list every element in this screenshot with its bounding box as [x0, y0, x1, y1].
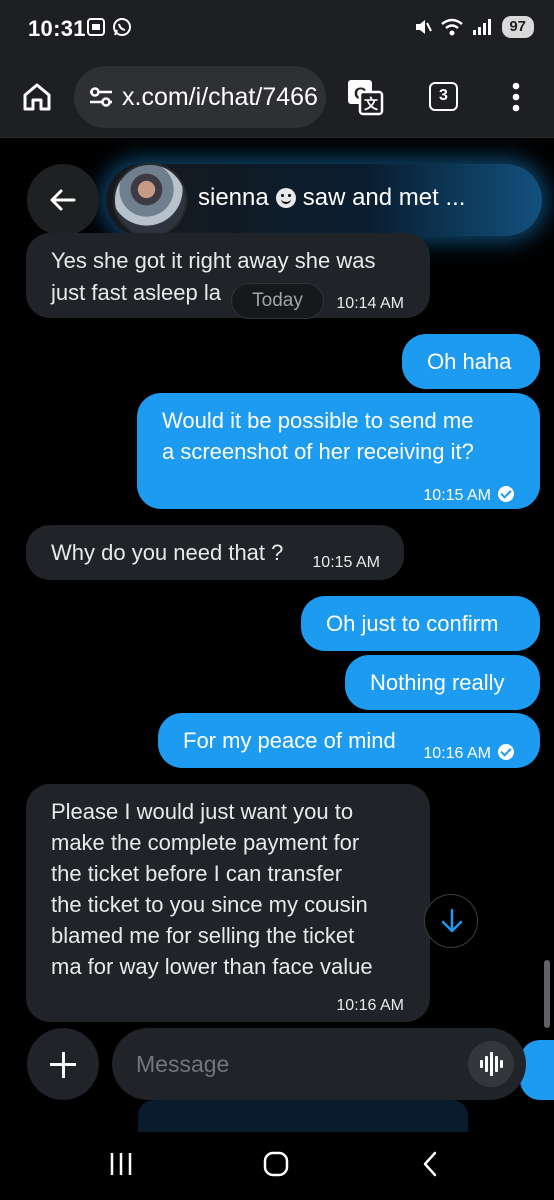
scrollbar[interactable] — [544, 960, 550, 1028]
message-timestamp: 10:15 AM — [423, 487, 491, 504]
system-icons: 97 — [414, 16, 534, 38]
battery-indicator: 97 — [502, 16, 534, 38]
recent-apps-icon[interactable] — [108, 1150, 134, 1178]
message-text: Yes she got it right away she was — [51, 248, 376, 273]
status-time: 10:31 — [28, 16, 86, 41]
message-text: a screenshot of her receiving it? — [162, 439, 474, 464]
message-timestamp: 10:15 AM — [312, 554, 380, 571]
message-timestamp: 10:14 AM — [336, 295, 404, 312]
back-button[interactable] — [27, 164, 99, 236]
message-text: Would it be possible to send me — [162, 408, 474, 433]
message-text: Please I would just want you to — [51, 799, 354, 824]
notification-icons — [86, 17, 132, 37]
message-text: Why do you need that ? — [51, 540, 284, 565]
message-bubble-received[interactable]: Why do you need that ? 10:15 AM — [26, 525, 404, 580]
svg-text:文: 文 — [364, 96, 379, 112]
translate-icon[interactable]: G文 — [346, 78, 384, 116]
message-bubble-sent[interactable]: Oh just to confirm — [301, 596, 540, 651]
mute-icon — [416, 20, 433, 34]
avatar[interactable] — [113, 163, 187, 237]
message-bubble-received[interactable]: Yes she got it right away she was just f… — [26, 233, 430, 318]
message-text: the ticket before I can transfer — [51, 861, 343, 886]
message-text: ma for way lower than face value — [51, 954, 373, 979]
partial-message-preview — [138, 1100, 468, 1132]
message-text: Oh haha — [427, 349, 512, 374]
read-check-icon — [498, 486, 514, 502]
message-meta: 10:15 AM — [423, 477, 514, 511]
arrow-down-icon — [441, 908, 463, 933]
message-text: blamed me for selling the ticket — [51, 923, 355, 948]
message-bubble-sent[interactable]: Oh haha — [402, 334, 540, 389]
wifi-icon — [441, 18, 464, 36]
add-attachment-button[interactable] — [27, 1028, 99, 1100]
message-bubble-received[interactable]: Please I would just want you to make the… — [26, 784, 430, 1022]
message-bubble-sent[interactable]: Nothing really — [345, 655, 540, 710]
contact-name: sienna — [198, 184, 269, 211]
read-check-icon — [498, 744, 514, 760]
message-text: make the complete payment for — [51, 830, 360, 855]
message-text: Oh just to confirm — [326, 611, 499, 636]
smiley-emoji-icon — [275, 188, 296, 208]
tab-switcher-button[interactable]: 3 — [429, 82, 458, 111]
site-settings-icon[interactable] — [88, 86, 114, 108]
message-timestamp: 10:16 AM — [423, 745, 491, 762]
contact-name-suffix: saw and met ... — [302, 184, 466, 211]
message-text: just fast asleep la — [51, 280, 221, 305]
scroll-to-bottom-button[interactable] — [424, 894, 478, 948]
address-bar[interactable]: x.com/i/chat/7466 — [74, 66, 326, 128]
message-timestamp: 10:16 AM — [336, 997, 404, 1014]
arrow-left-icon — [50, 189, 76, 211]
signal-icon — [473, 19, 492, 35]
home-icon[interactable] — [22, 82, 52, 112]
message-bubble-sent[interactable]: For my peace of mind 10:16 AM — [158, 713, 540, 768]
message-text: For my peace of mind — [183, 728, 396, 753]
system-navigation-bar — [0, 1132, 554, 1200]
plus-icon — [61, 1052, 65, 1078]
more-vert-icon[interactable] — [510, 82, 522, 112]
voice-message-button[interactable] — [468, 1041, 514, 1087]
chat-title[interactable]: sienna saw and met ... — [198, 184, 465, 212]
screenshot-notification-icon — [87, 18, 105, 36]
date-separator: Today — [231, 283, 324, 319]
message-bubble-sent[interactable]: Would it be possible to send me a screen… — [137, 393, 540, 509]
url-text: x.com/i/chat/7466 — [122, 83, 318, 111]
home-nav-icon[interactable] — [262, 1150, 290, 1178]
back-nav-icon[interactable] — [420, 1150, 440, 1178]
message-text: Nothing really — [370, 670, 505, 695]
message-meta: 10:16 AM — [423, 735, 514, 769]
message-input[interactable] — [136, 1046, 456, 1082]
message-text: the ticket to you since my cousin — [51, 892, 368, 917]
status-bar: 10:31 97 — [0, 0, 554, 58]
message-composer[interactable] — [112, 1028, 526, 1100]
browser-toolbar: x.com/i/chat/7466 G文 3 — [0, 58, 554, 138]
whatsapp-notification-icon — [113, 18, 131, 36]
